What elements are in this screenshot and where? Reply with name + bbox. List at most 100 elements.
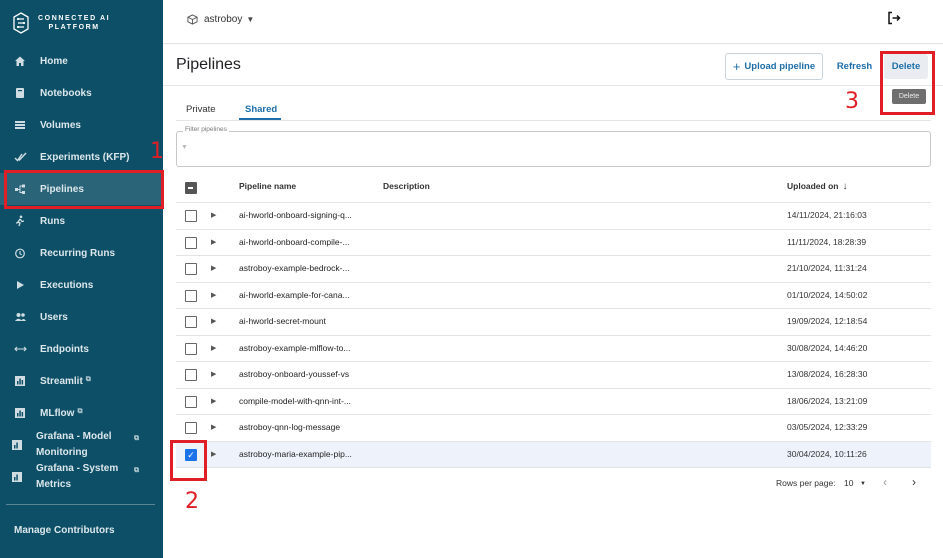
chevron-down-icon: ▼	[246, 15, 255, 24]
brand[interactable]: CONNECTED AI PLATFORM	[12, 8, 110, 38]
pipeline-name[interactable]: astroboy-maria-example-pip...	[239, 449, 352, 459]
expand-icon[interactable]: ▶	[211, 370, 216, 378]
table-row[interactable]: ▶ ai-hworld-onboard-compile-... 11/11/20…	[176, 230, 931, 256]
table-row[interactable]: ▶ ai-hworld-example-for-cana... 01/10/20…	[176, 283, 931, 309]
table-row[interactable]: ▶ ai-hworld-secret-mount 19/09/2024, 12:…	[176, 309, 931, 336]
manage-contributors-link[interactable]: Manage Contributors	[14, 525, 115, 536]
sidebar-item-endpoints[interactable]: Endpoints	[0, 333, 163, 365]
external-link-icon: ⧉	[85, 375, 91, 383]
table-row[interactable]: ▶ astroboy-qnn-log-message 03/05/2024, 1…	[176, 415, 931, 442]
sidebar-item-runs[interactable]: Runs	[0, 205, 163, 237]
sidebar-item-recurring-runs[interactable]: Recurring Runs	[0, 237, 163, 269]
column-header-description[interactable]: Description	[383, 181, 430, 191]
row-checkbox[interactable]	[185, 210, 197, 222]
row-checkbox[interactable]	[185, 263, 197, 275]
uploaded-date: 18/06/2024, 13:21:09	[787, 395, 868, 406]
expand-icon[interactable]: ▶	[211, 238, 216, 246]
table-row[interactable]: ▶ astroboy-example-bedrock-... 21/10/202…	[176, 256, 931, 283]
tab-private[interactable]: Private	[186, 104, 216, 115]
sidebar-item-experiments[interactable]: Experiments (KFP)	[0, 141, 163, 173]
sidebar-item-executions[interactable]: Executions	[0, 269, 163, 301]
checks-icon	[13, 150, 27, 164]
expand-icon[interactable]: ▶	[211, 397, 216, 405]
sidebar-item-grafana-model-monitoring[interactable]: Grafana - Model Monitoring ⧉	[0, 429, 163, 461]
external-link-icon: ⧉	[134, 467, 139, 474]
sidebar-item-label: Streamlit	[40, 375, 83, 387]
pipeline-name[interactable]: ai-hworld-secret-mount	[239, 316, 326, 326]
row-checkbox[interactable]	[185, 395, 197, 408]
sidebar-item-home[interactable]: Home	[0, 45, 163, 77]
cube-icon	[187, 14, 198, 25]
pipeline-name[interactable]: ai-hworld-onboard-compile-...	[239, 237, 350, 247]
pipeline-name[interactable]: astroboy-example-mlflow-to...	[239, 343, 350, 353]
table-row[interactable]: ▶ astroboy-example-mlflow-to... 30/08/20…	[176, 336, 931, 362]
table-row[interactable]: ▶ compile-model-with-qnn-int-... 18/06/2…	[176, 389, 931, 415]
sidebar-item-streamlit[interactable]: Streamlit ⧉	[0, 365, 163, 397]
expand-icon[interactable]: ▶	[211, 423, 216, 431]
expand-icon[interactable]: ▶	[211, 317, 216, 325]
annotation-number-2: 2	[185, 489, 199, 514]
row-checkbox[interactable]	[185, 422, 197, 434]
sidebar-item-users[interactable]: Users	[0, 301, 163, 333]
expand-icon[interactable]: ▶	[211, 264, 216, 272]
chart-icon	[13, 374, 27, 388]
row-checkbox[interactable]	[185, 289, 197, 302]
brand-line1: CONNECTED AI	[38, 15, 111, 22]
external-link-icon: ⧉	[134, 435, 139, 442]
expand-icon[interactable]: ▶	[211, 344, 216, 352]
next-page-icon[interactable]: ›	[912, 475, 916, 489]
platform-logo-icon	[13, 12, 29, 34]
pipeline-name[interactable]: astroboy-example-bedrock-...	[239, 263, 350, 273]
sidebar-item-grafana-system-metrics[interactable]: Grafana - System Metrics ⧉	[0, 461, 163, 493]
column-header-uploaded[interactable]: Uploaded on ↓	[787, 181, 847, 192]
sidebar-item-label: Executions	[40, 279, 94, 291]
pipeline-name[interactable]: compile-model-with-qnn-int-...	[239, 396, 351, 406]
sidebar: CONNECTED AI PLATFORM Home Notebooks Vol…	[0, 0, 163, 558]
expand-icon[interactable]: ▶	[211, 211, 216, 219]
uploaded-date: 30/04/2024, 10:11:26	[787, 448, 867, 459]
uploaded-date: 30/08/2024, 14:46:20	[787, 342, 868, 353]
tab-shared[interactable]: Shared	[245, 104, 277, 115]
row-checkbox[interactable]	[185, 316, 197, 328]
filter-pipelines-label: Filter pipelines	[183, 126, 229, 133]
expand-icon[interactable]: ▶	[211, 291, 216, 299]
home-icon	[13, 54, 27, 68]
filter-icon: ▼	[181, 144, 188, 151]
sidebar-item-label: Volumes	[40, 119, 81, 131]
grafana-icon	[10, 470, 24, 484]
refresh-button[interactable]: Refresh	[832, 53, 877, 80]
row-checkbox[interactable]	[185, 236, 197, 249]
select-all-checkbox[interactable]	[185, 182, 197, 194]
chevron-down-icon[interactable]: ▼	[860, 481, 866, 487]
table-row[interactable]: ✓ ▶ astroboy-maria-example-pip... 30/04/…	[176, 441, 931, 468]
table-row[interactable]: ▶ ai-hworld-onboard-signing-q... 14/11/2…	[176, 203, 931, 230]
pipeline-name[interactable]: ai-hworld-onboard-signing-q...	[239, 210, 352, 220]
previous-page-icon[interactable]: ‹	[883, 475, 887, 489]
upload-pipeline-label: Upload pipeline	[744, 61, 816, 72]
sidebar-item-label: Experiments (KFP)	[40, 151, 130, 163]
annotation-number-3: 3	[845, 89, 859, 114]
sidebar-item-mlflow[interactable]: MLflow ⧉	[0, 397, 163, 429]
logout-icon[interactable]	[887, 11, 901, 30]
sidebar-item-volumes[interactable]: Volumes	[0, 109, 163, 141]
pipeline-name[interactable]: astroboy-qnn-log-message	[239, 422, 340, 432]
column-header-name[interactable]: Pipeline name	[239, 181, 296, 191]
pipeline-name[interactable]: ai-hworld-example-for-cana...	[239, 290, 350, 300]
uploaded-date: 21/10/2024, 11:31:24	[787, 263, 867, 273]
expand-icon[interactable]: ▶	[211, 450, 216, 458]
table-row[interactable]: ▶ astroboy-onboard-youssef-vs 13/08/2024…	[176, 362, 931, 389]
annotation-box-delete	[880, 51, 935, 115]
grafana-icon	[10, 438, 24, 452]
sidebar-item-label: Recurring Runs	[40, 247, 116, 259]
sidebar-item-label: Users	[40, 311, 68, 323]
row-checkbox[interactable]	[185, 342, 197, 355]
users-icon	[13, 310, 27, 324]
upload-pipeline-button[interactable]: + Upload pipeline	[725, 53, 823, 80]
row-checkbox[interactable]	[185, 369, 197, 381]
rows-per-page-select[interactable]: 10	[844, 478, 853, 488]
pipeline-name[interactable]: astroboy-onboard-youssef-vs	[239, 369, 349, 379]
arrows-icon	[13, 342, 27, 356]
filter-pipelines-input[interactable]	[176, 131, 931, 167]
namespace-selector[interactable]: astroboy ▼	[187, 14, 254, 25]
sidebar-item-notebooks[interactable]: Notebooks	[0, 77, 163, 109]
